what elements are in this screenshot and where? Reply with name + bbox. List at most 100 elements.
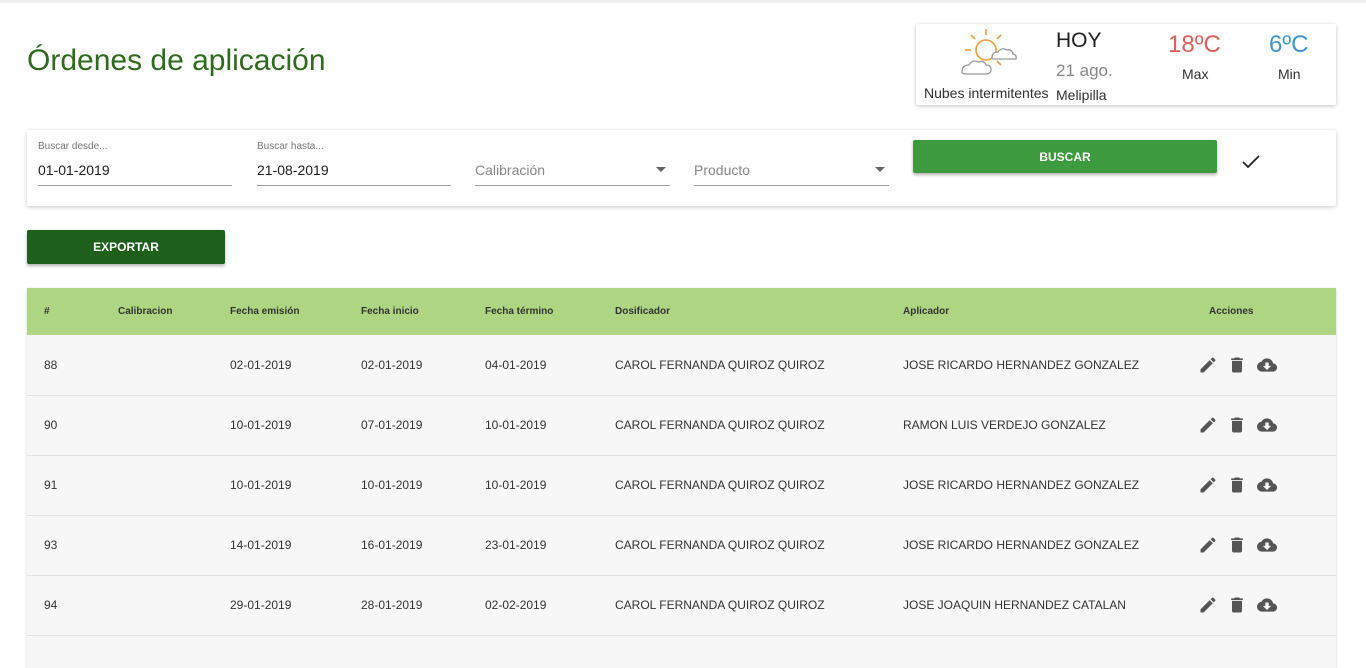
header-dosificador[interactable]: Dosificador xyxy=(615,288,903,335)
table-header-row: # Calibracion Fecha emisión Fecha inicio… xyxy=(27,288,1336,335)
delete-icon[interactable] xyxy=(1227,535,1247,555)
delete-icon[interactable] xyxy=(1227,595,1247,615)
edit-icon[interactable] xyxy=(1198,595,1218,615)
cell-fecha-inicio: 16-01-2019 xyxy=(361,538,423,552)
product-select[interactable]: Producto xyxy=(694,130,889,206)
date-to-underline xyxy=(257,185,451,186)
cell-fecha-inicio: 07-01-2019 xyxy=(361,418,423,432)
check-icon[interactable] xyxy=(1242,155,1260,174)
cell-fecha-emision: 10-01-2019 xyxy=(230,478,292,492)
header-calibracion[interactable]: Calibracion xyxy=(118,288,230,335)
weather-date: 21 ago. xyxy=(1056,61,1113,80)
cell-fecha-emision: 10-01-2019 xyxy=(230,418,292,432)
cell-fecha-inicio: 28-01-2019 xyxy=(361,598,423,612)
cell-fecha-termino: 23-01-2019 xyxy=(485,538,547,552)
calibration-placeholder: Calibración xyxy=(475,162,546,178)
cell-id: 93 xyxy=(44,538,58,552)
cell-fecha-termino: 04-01-2019 xyxy=(485,357,547,372)
cell-fecha-emision: 14-01-2019 xyxy=(230,538,292,552)
date-to-field[interactable]: Buscar hasta... 21-08-2019 xyxy=(257,130,451,206)
cell-calibracion xyxy=(118,335,230,395)
table-row: 90 10-01-2019 07-01-2019 10-01-2019 CARO… xyxy=(27,395,1336,455)
chevron-down-icon[interactable] xyxy=(656,167,666,172)
delete-icon[interactable] xyxy=(1227,475,1247,495)
cell-fecha-termino: 10-01-2019 xyxy=(485,418,547,432)
calibration-select[interactable]: Calibración xyxy=(475,130,670,206)
cell-fecha-termino: 02-02-2019 xyxy=(485,598,547,612)
date-from-field[interactable]: Buscar desde... 01-01-2019 xyxy=(38,130,232,206)
cell-aplicador: JOSE RICARDO HERNANDEZ GONZALEZ xyxy=(903,357,1140,372)
cell-id: 90 xyxy=(44,418,58,432)
min-temperature: 6ºC xyxy=(1269,31,1309,58)
header-fecha-termino[interactable]: Fecha término xyxy=(485,288,615,335)
table-row: 88 02-01-2019 02-01-2019 04-01-2019 CARO… xyxy=(27,335,1336,395)
cell-acciones xyxy=(1195,335,1336,395)
date-to-label: Buscar hasta... xyxy=(257,141,324,152)
header-aplicador[interactable]: Aplicador xyxy=(903,288,1195,335)
cloud-download-icon[interactable] xyxy=(1256,415,1278,435)
cell-dosificador: CAROL FERNANDA QUIROZ QUIROZ xyxy=(615,357,825,372)
cell-fecha-emision: 02-01-2019 xyxy=(230,357,292,372)
cell-id: 88 xyxy=(44,357,58,372)
max-label: Max xyxy=(1182,66,1209,82)
header-id[interactable]: # xyxy=(27,288,118,335)
orders-table: # Calibracion Fecha emisión Fecha inicio… xyxy=(27,288,1336,668)
cloud-download-icon[interactable] xyxy=(1256,535,1278,555)
cell-calibracion xyxy=(118,515,230,575)
date-from-label: Buscar desde... xyxy=(38,141,108,152)
search-button[interactable]: BUSCAR xyxy=(913,140,1217,173)
cell-dosificador: CAROL FERNANDA QUIROZ QUIROZ xyxy=(615,478,825,492)
cell-dosificador: CAROL FERNANDA QUIROZ QUIROZ xyxy=(615,538,825,552)
edit-icon[interactable] xyxy=(1198,355,1218,375)
top-divider xyxy=(0,0,1366,3)
cell-aplicador: RAMON LUIS VERDEJO GONZALEZ xyxy=(903,418,1106,432)
cell-dosificador: CAROL FERNANDA QUIROZ QUIROZ xyxy=(615,418,825,432)
cell-aplicador: JOSE RICARDO HERNANDEZ GONZALEZ xyxy=(903,538,1140,552)
min-label: Min xyxy=(1278,66,1301,82)
weather-day: HOY xyxy=(1056,29,1102,52)
product-underline xyxy=(694,185,889,186)
cell-calibracion xyxy=(118,575,230,635)
cell-calibracion xyxy=(118,395,230,455)
weather-description: Nubes intermitentes xyxy=(924,85,1049,101)
cell-aplicador: JOSE RICARDO HERNANDEZ GONZALEZ xyxy=(903,478,1140,492)
date-to-value[interactable]: 21-08-2019 xyxy=(257,162,329,178)
delete-icon[interactable] xyxy=(1227,355,1247,375)
cell-id: 91 xyxy=(44,478,58,492)
chevron-down-icon[interactable] xyxy=(875,167,885,172)
cell-acciones xyxy=(1195,395,1336,455)
edit-icon[interactable] xyxy=(1198,475,1218,495)
edit-icon[interactable] xyxy=(1198,415,1218,435)
date-from-value[interactable]: 01-01-2019 xyxy=(38,162,110,178)
date-from-underline xyxy=(38,185,232,186)
partly-cloudy-icon xyxy=(958,26,1018,87)
table-row: 93 14-01-2019 16-01-2019 23-01-2019 CARO… xyxy=(27,515,1336,575)
cell-acciones xyxy=(1195,515,1336,575)
export-button[interactable]: EXPORTAR xyxy=(27,230,225,264)
cell-aplicador: JOSE JOAQUIN HERNANDEZ CATALAN xyxy=(903,598,1126,612)
cell-dosificador: CAROL FERNANDA QUIROZ QUIROZ xyxy=(615,598,825,612)
weather-place: Melipilla xyxy=(1056,87,1107,103)
filter-card: Buscar desde... 01-01-2019 Buscar hasta.… xyxy=(27,130,1336,206)
cell-fecha-inicio: 10-01-2019 xyxy=(361,478,423,492)
product-placeholder: Producto xyxy=(694,162,751,178)
delete-icon[interactable] xyxy=(1227,415,1247,435)
cloud-download-icon[interactable] xyxy=(1256,595,1278,615)
calibration-underline xyxy=(475,185,670,186)
weather-card: Nubes intermitentes HOY 21 ago. Melipill… xyxy=(916,24,1336,105)
edit-icon[interactable] xyxy=(1198,535,1218,555)
table-row: 91 10-01-2019 10-01-2019 10-01-2019 CARO… xyxy=(27,455,1336,515)
header-fecha-inicio[interactable]: Fecha inicio xyxy=(361,288,485,335)
cloud-download-icon[interactable] xyxy=(1256,355,1278,375)
header-fecha-emision[interactable]: Fecha emisión xyxy=(230,288,361,335)
cell-id: 94 xyxy=(44,598,58,612)
page-title: Órdenes de aplicación xyxy=(27,44,326,77)
cell-calibracion xyxy=(118,455,230,515)
cloud-download-icon[interactable] xyxy=(1256,475,1278,495)
max-temperature: 18ºC xyxy=(1168,31,1221,58)
cell-fecha-emision: 29-01-2019 xyxy=(230,598,292,612)
cell-fecha-inicio: 02-01-2019 xyxy=(361,357,423,372)
cell-fecha-termino: 10-01-2019 xyxy=(485,478,547,492)
table-row: 94 29-01-2019 28-01-2019 02-02-2019 CARO… xyxy=(27,575,1336,635)
cell-acciones xyxy=(1195,575,1336,635)
